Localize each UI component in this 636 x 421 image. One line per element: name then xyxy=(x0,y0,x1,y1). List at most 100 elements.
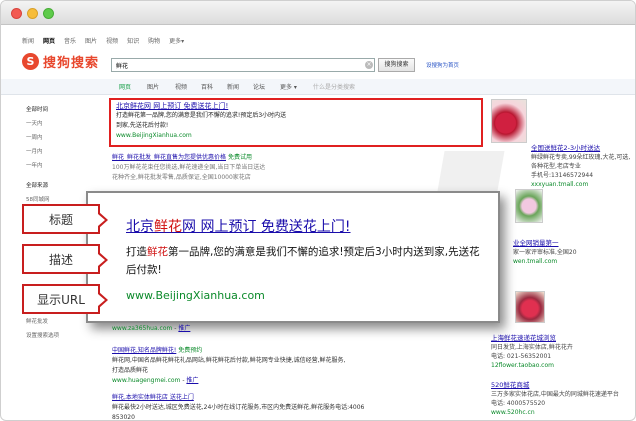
result-title-link[interactable]: 鲜花_鲜花批发_鲜花直售为您提供优惠价格 xyxy=(112,154,226,161)
nav-web[interactable]: 网页 xyxy=(43,36,55,45)
right-ad-title[interactable]: 业全网销量第一 xyxy=(513,239,633,248)
close-window-button[interactable] xyxy=(11,8,22,19)
label-description: 描述 xyxy=(22,244,108,274)
result-extra[interactable]: 免费试用 xyxy=(228,154,252,161)
callout-description: 打造鲜花第一品牌,您的满意是我们不懈的追求!预定后3小时内送到家,先送花后付款! xyxy=(126,243,486,279)
top-nav: 新闻 网页 音乐 图片 视频 知识 购物 更多▾ xyxy=(22,36,184,45)
title-bar xyxy=(1,1,635,25)
vertical-tabs: 网页 图片 视频 百科 新闻 论坛 更多 ▾ 什么是分类搜索 xyxy=(1,79,635,95)
right-ad: 上海鲜花速递花城浏览 同日发货,上海实体店,鲜花花卉 电话: 021-56352… xyxy=(491,334,631,370)
filter-sidebar: 全部时间 一天内 一周内 一月内 一年内 全部来源 58同城网 xyxy=(26,103,50,207)
nav-music[interactable]: 音乐 xyxy=(64,36,76,45)
result-description: 100万鲜花花束任您挑选,鲜花速递全国,当日下单当日送达 xyxy=(112,164,266,171)
filter-time-item[interactable]: 一年内 xyxy=(26,159,50,173)
tab-images[interactable]: 图片 xyxy=(147,82,159,91)
search-result: 鲜花_鲜花批发_鲜花直售为您提供优惠价格 免费试用 100万鲜花花束任您挑选,鲜… xyxy=(112,153,265,183)
nav-knowledge[interactable]: 知识 xyxy=(127,36,139,45)
callout-desc-part: 第一品牌,您的满意是我们不懈的追求!预定后3小时内送到家,先送花后付款! xyxy=(126,246,480,276)
right-ad-desc: 同日发货,上海实体店,鲜花花卉 xyxy=(491,344,573,351)
result-description: 打造鲜花第一品牌,您的满意是我们不懈的追求!预定后3小时内送 xyxy=(116,112,287,119)
label-title: 标题 xyxy=(22,204,108,234)
right-ad: 业全网销量第一 家一家评审标准,全国20 wen.tmall.com xyxy=(513,239,633,266)
right-ad-url[interactable]: 12flower.taobao.com xyxy=(491,361,631,370)
flower-ad-image[interactable] xyxy=(515,189,543,223)
search-options-link[interactable]: 设置搜索选项 xyxy=(26,329,59,343)
tab-video[interactable]: 视频 xyxy=(175,82,187,91)
browser-window: 新闻 网页 音乐 图片 视频 知识 购物 更多▾ S 搜狗搜索 鲜花 × 搜狗搜… xyxy=(0,0,636,421)
search-result: www.za365hua.com - 推广 xyxy=(112,325,191,332)
result-display-url[interactable]: www.za365hua.com xyxy=(112,325,172,332)
filter-sidebar-lower: 鲜花批发 设置搜索选项 xyxy=(26,315,59,343)
clear-icon[interactable]: × xyxy=(365,61,373,69)
flower-ad-image[interactable] xyxy=(515,291,545,323)
sogou-logo[interactable]: S 搜狗搜索 xyxy=(22,52,99,71)
callout-title-part: 网 网上预订 免费送花上门! xyxy=(182,219,351,235)
nav-video[interactable]: 视频 xyxy=(106,36,118,45)
right-ad-title[interactable]: 520鲜花商城 xyxy=(491,381,631,390)
result-description: 鲜花网,中国名品鲜花鲜花礼品网站,鲜花鲜花后付款,鲜花网专业快捷,诚信经营,鲜花… xyxy=(112,357,346,364)
callout-shadow xyxy=(437,151,505,191)
tab-web[interactable]: 网页 xyxy=(119,82,131,91)
callout-desc-part: 打造 xyxy=(126,246,147,258)
label-display-url: 显示URL xyxy=(22,284,108,314)
filter-time-item[interactable]: 一周内 xyxy=(26,131,50,145)
nav-news[interactable]: 新闻 xyxy=(22,36,34,45)
category-search-hint[interactable]: 什么是分类搜索 xyxy=(313,82,355,91)
filter-time-item[interactable]: 一月内 xyxy=(26,145,50,159)
right-ad: 全国送鲜花2-3小时送达 鲜绿鲜花专卖,99朵红玫瑰,大花,可选,各种花型,老店… xyxy=(531,144,631,189)
set-homepage-link[interactable]: 设搜狗为首页 xyxy=(426,61,459,69)
maximize-window-button[interactable] xyxy=(43,8,54,19)
keyword-highlight: 鲜花 xyxy=(154,219,182,235)
promo-tag[interactable]: 推广 xyxy=(186,377,198,384)
result-display-url[interactable]: www.huagengmei.com xyxy=(112,377,180,384)
right-ad-url[interactable]: xxxyuan.tmall.com xyxy=(531,180,631,189)
result-description: 到家,先送花后付款! xyxy=(116,122,169,129)
result-title-link[interactable]: 鲜花,本地实体鲜花店 送花上门 xyxy=(112,393,364,403)
right-ad-desc: 家一家评审标准,全国20 xyxy=(513,249,577,256)
minimize-window-button[interactable] xyxy=(27,8,38,19)
filter-time-head[interactable]: 全部时间 xyxy=(26,103,50,117)
callout-title[interactable]: 北京鲜花网 网上预订 免费送花上门! xyxy=(126,216,351,236)
flower-ad-image[interactable] xyxy=(491,99,527,143)
result-description: 853020 xyxy=(112,414,135,421)
result-title-link[interactable]: 中国鲜花,知名品牌鲜花! xyxy=(112,347,176,354)
result-description: 鲜花最快2小时送达,城区免费送花,24小时在线订花服务,市区内免费送鲜花,鲜花服… xyxy=(112,404,365,411)
sogou-logo-icon: S xyxy=(22,53,39,70)
callout-title-part: 北京 xyxy=(126,219,154,235)
tab-baike[interactable]: 百科 xyxy=(201,82,213,91)
filter-time-item[interactable]: 一天内 xyxy=(26,117,50,131)
search-button[interactable]: 搜狗搜索 xyxy=(378,58,415,72)
right-ad-desc: 鲜绿鲜花专卖,99朵红玫瑰,大花,可选,各种花型,老店专业 xyxy=(531,154,631,170)
right-ad-url[interactable]: wen.tmall.com xyxy=(513,257,633,266)
tab-more[interactable]: 更多 ▾ xyxy=(280,82,297,91)
filter-source-item[interactable]: 鲜花批发 xyxy=(26,315,59,329)
right-ad: 520鲜花商城 三万多家实体花店,中国最大的同城鲜花速递平台 电话: 40005… xyxy=(491,381,631,417)
result-title-link[interactable]: 北京鲜花网 网上预订 免费送花上门! xyxy=(116,101,286,111)
result-display-url[interactable]: www.BeijingXianhua.com xyxy=(116,131,286,141)
right-ad-title[interactable]: 上海鲜花速递花城浏览 xyxy=(491,334,631,343)
right-ad-desc: 三万多家实体花店,中国最大的同城鲜花速递平台 xyxy=(491,391,619,398)
result-description: 打造品质鲜花 xyxy=(112,367,149,374)
logo-text: 搜狗搜索 xyxy=(43,56,100,71)
nav-more[interactable]: 更多▾ xyxy=(169,36,184,45)
search-input[interactable]: 鲜花 xyxy=(111,58,375,72)
search-result: 中国鲜花,知名品牌鲜花! 免费预约 鲜花网,中国名品鲜花鲜花礼品网站,鲜花鲜花后… xyxy=(112,347,346,384)
result-description: 花种齐全,鲜花批发零售,品质保证,全国10000家花店 xyxy=(112,174,251,181)
tab-news[interactable]: 新闻 xyxy=(227,82,239,91)
search-result-ad: 北京鲜花网 网上预订 免费送花上门! 打造鲜花第一品牌,您的满意是我们不懈的追求… xyxy=(116,101,286,141)
right-ad-url[interactable]: www.520hc.cn xyxy=(491,408,631,417)
tab-forum[interactable]: 论坛 xyxy=(253,82,265,91)
callout-display-url[interactable]: www.BeijingXianhua.com xyxy=(126,289,265,302)
keyword-highlight: 鲜花 xyxy=(147,246,168,258)
ad-anatomy-callout: 北京鲜花网 网上预订 免费送花上门! 打造鲜花第一品牌,您的满意是我们不懈的追求… xyxy=(86,191,500,323)
right-ad-phone: 手机号:13146572944 xyxy=(531,172,594,179)
nav-shopping[interactable]: 购物 xyxy=(148,36,160,45)
search-result: 鲜花,本地实体鲜花店 送花上门 鲜花最快2小时送达,城区免费送花,24小时在线订… xyxy=(112,393,365,421)
right-ad-title[interactable]: 全国送鲜花2-3小时送达 xyxy=(531,144,631,153)
promo-tag[interactable]: 推广 xyxy=(178,325,190,332)
right-ad-phone: 电话: 021-56352001 xyxy=(491,353,552,360)
nav-images[interactable]: 图片 xyxy=(85,36,97,45)
result-extra[interactable]: 免费预约 xyxy=(178,347,202,354)
filter-source-head[interactable]: 全部来源 xyxy=(26,179,50,193)
right-ad-phone: 电话: 4000575520 xyxy=(491,400,546,407)
